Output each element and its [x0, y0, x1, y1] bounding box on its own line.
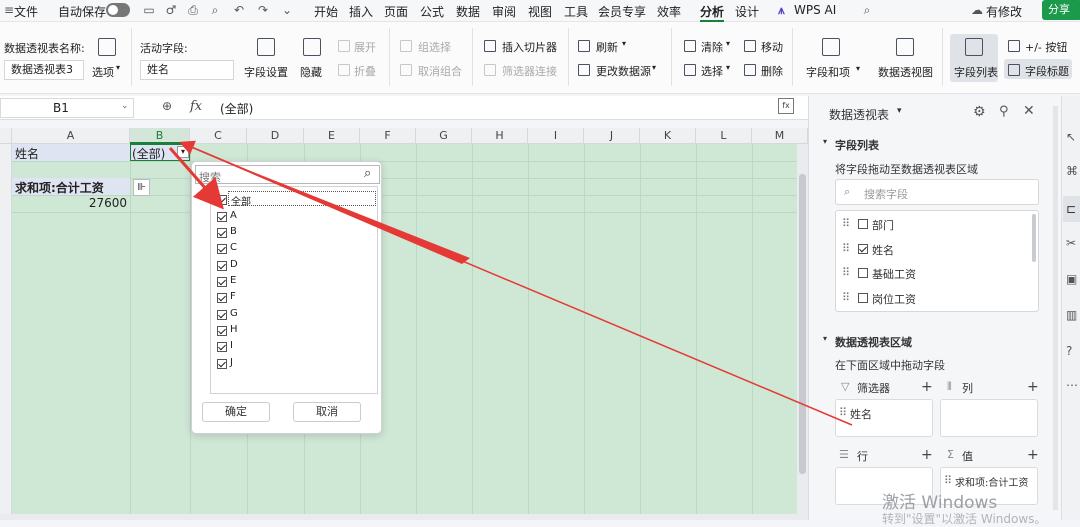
- annotation-arrows: [168, 140, 853, 426]
- arrow-thick-body: [180, 143, 470, 264]
